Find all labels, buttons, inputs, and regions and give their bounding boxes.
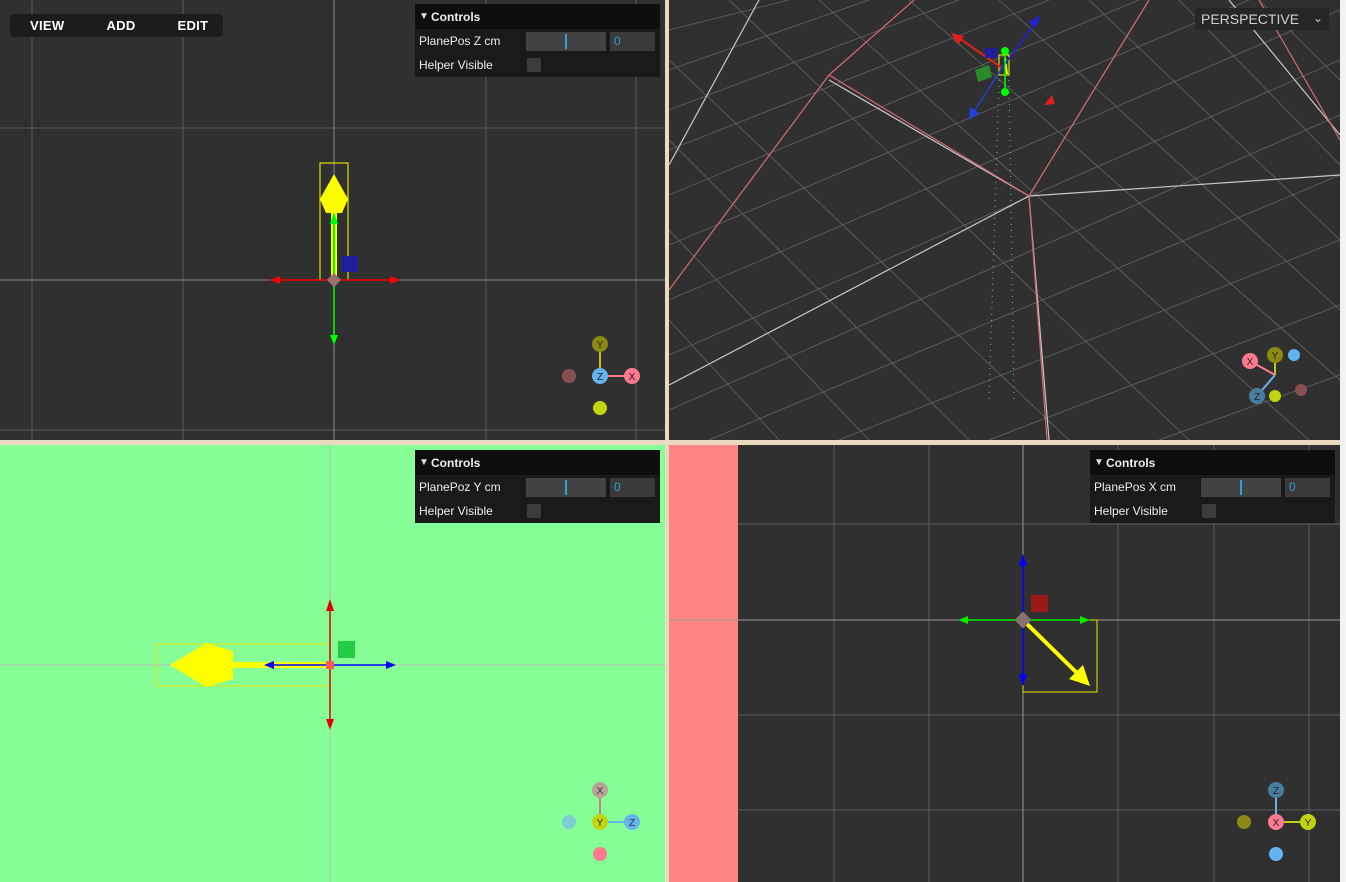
plane-poz-y-slider[interactable] (526, 477, 606, 497)
main-menu: VIEW ADD EDIT (10, 14, 223, 37)
front-gizmo-label-x: X (597, 786, 604, 797)
menu-add[interactable]: ADD (106, 18, 135, 33)
camera-select-value: PERSPECTIVE (1201, 11, 1300, 27)
controls-panel-side: ▼Controls PlanePos X cm Helper Visible (1090, 450, 1335, 523)
front-gizmo-label-z: Z (629, 818, 635, 829)
window-edge (1340, 0, 1346, 882)
gizmo-label-x: X (629, 372, 636, 383)
controls-title: Controls (431, 9, 481, 24)
plane-pos-x-input[interactable] (1285, 477, 1330, 497)
controls-panel-front: ▼Controls PlanePoz Y cm Helper Visible (415, 450, 660, 523)
controls-title: Controls (1106, 455, 1156, 470)
front-transform-gizmo[interactable] (264, 599, 396, 730)
gizmo-label-y: Y (597, 340, 604, 351)
chevron-down-icon: ▼ (419, 457, 429, 468)
plane-pos-z-input[interactable] (610, 31, 655, 51)
controls-header[interactable]: ▼ Controls (415, 450, 660, 475)
persp-gizmo-label-x: X (1247, 357, 1254, 368)
orientation-gizmo[interactable]: Y Z X (562, 336, 640, 415)
perspective-selected-object[interactable] (975, 54, 1010, 82)
transform-gizmo[interactable] (270, 212, 400, 345)
side-selected-object[interactable] (1022, 619, 1098, 693)
persp-gizmo-label-z: Z (1254, 392, 1260, 403)
controls-title: Controls (431, 455, 481, 470)
chevron-down-icon: ▼ (1094, 457, 1104, 468)
perspective-viewport[interactable]: X Y Z PERSPECTIVE ⌄ (669, 0, 1340, 440)
front-gizmo-label-y: Y (597, 818, 604, 829)
front-viewport[interactable]: X Y Z ▼Controls PlanePoz Y cm Helper Vis… (0, 445, 665, 882)
plane-pos-x-slider[interactable] (1201, 477, 1281, 497)
plane-pos-z-slider[interactable] (526, 31, 606, 51)
helper-visible-label: Helper Visible (1094, 504, 1168, 518)
gizmo-label-z: Z (597, 372, 603, 383)
controls-panel-top: ▼Controls PlanePos Z cm Helper Visible (415, 4, 660, 77)
helper-visible-checkbox[interactable] (1202, 504, 1216, 518)
camera-select[interactable]: PERSPECTIVE ⌄ (1195, 8, 1329, 30)
chevron-down-icon: ▼ (419, 11, 429, 22)
helper-visible-label: Helper Visible (419, 58, 493, 72)
plane-poz-y-input[interactable] (610, 477, 655, 497)
side-gizmo-label-x: X (1273, 818, 1280, 829)
side-gizmo-label-y: Y (1305, 818, 1312, 829)
plane-pos-x-label: PlanePos X cm (1094, 480, 1177, 494)
menu-view[interactable]: VIEW (30, 18, 64, 33)
plane-pos-z-label: PlanePos Z cm (419, 34, 501, 48)
side-viewport[interactable]: Z X Y ▼Controls PlanePos X cm Helper Vis… (669, 445, 1340, 882)
helper-visible-label: Helper Visible (419, 504, 493, 518)
top-viewport[interactable]: Y Z X VIEW ADD EDIT ▼ Controls PlanePos Z… (0, 0, 665, 440)
menu-edit[interactable]: EDIT (178, 18, 209, 33)
helper-visible-checkbox[interactable] (527, 504, 541, 518)
controls-header[interactable]: ▼ Controls (1090, 450, 1335, 475)
side-orientation-gizmo[interactable]: Z X Y (1237, 782, 1316, 861)
controls-header[interactable]: ▼ Controls (415, 4, 660, 29)
perspective-viewport-scene[interactable]: X Y Z (669, 0, 1340, 440)
side-gizmo-label-z: Z (1273, 786, 1279, 797)
helper-visible-checkbox[interactable] (527, 58, 541, 72)
front-orientation-gizmo[interactable]: X Y Z (562, 782, 640, 861)
plane-poz-y-label: PlanePoz Y cm (419, 480, 501, 494)
chevron-down-icon: ⌄ (1312, 11, 1323, 25)
persp-gizmo-label-y: Y (1272, 351, 1279, 362)
perspective-orientation-gizmo[interactable]: X Y Z (1242, 347, 1307, 404)
